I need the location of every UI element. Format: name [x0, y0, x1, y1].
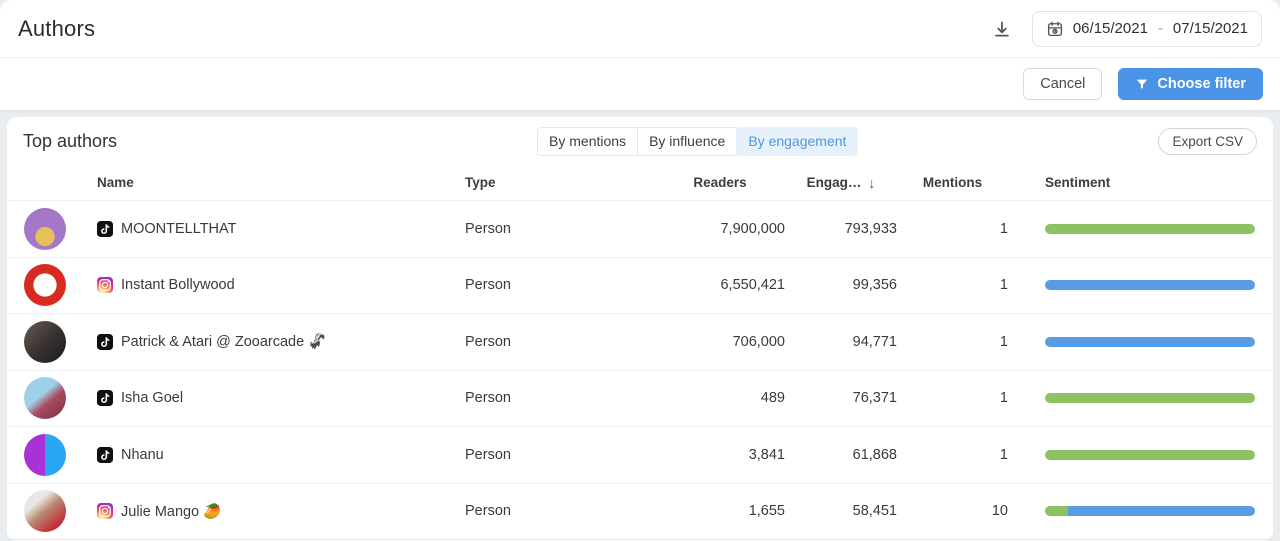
mentions-value: 1	[999, 277, 1008, 294]
avatar	[24, 264, 66, 307]
mentions-value: 1	[999, 333, 1008, 350]
tiktok-icon	[97, 220, 113, 237]
column-header-engagement[interactable]: Engag… ↓	[785, 175, 897, 191]
sentiment-bar	[1045, 393, 1255, 404]
card-header: Top authors By mentions By influence By …	[7, 117, 1273, 165]
export-csv-button[interactable]: Export CSV	[1158, 127, 1257, 155]
author-name[interactable]: Patrick & Atari @ Zooarcade 🦨	[121, 333, 326, 350]
avatar	[24, 490, 66, 533]
engagement-value: 61,868	[852, 446, 897, 463]
filter-toolbar: Cancel Choose filter	[0, 58, 1280, 110]
page-title: Authors	[18, 15, 96, 41]
table-row[interactable]: Nhanu Person 3,841 61,868 1	[7, 427, 1273, 484]
header-actions: 06/15/2021 - 07/15/2021	[988, 10, 1262, 47]
sort-descending-icon: ↓	[868, 174, 876, 191]
tiktok-icon	[97, 446, 113, 463]
download-button[interactable]	[988, 15, 1016, 43]
tab-by-influence[interactable]: By influence	[637, 126, 738, 156]
engagement-value: 793,933	[844, 220, 897, 237]
table-header: Name Type Readers Engag… ↓ Mentions Sent…	[7, 165, 1273, 201]
date-range-picker[interactable]: 06/15/2021 - 07/15/2021	[1031, 10, 1262, 47]
avatar	[24, 377, 66, 420]
tab-by-engagement[interactable]: By engagement	[736, 126, 859, 156]
author-name[interactable]: Nhanu	[121, 447, 164, 463]
readers-value: 1,655	[748, 503, 785, 520]
mentions-value: 1	[999, 220, 1008, 237]
column-header-readers[interactable]: Readers	[655, 175, 785, 190]
author-type: Person	[465, 277, 511, 294]
author-type: Person	[465, 503, 511, 520]
calendar-icon	[1046, 20, 1064, 38]
engagement-value: 58,451	[852, 503, 897, 520]
sentiment-bar	[1045, 506, 1255, 517]
author-name[interactable]: Julie Mango 🥭	[121, 503, 221, 520]
date-range-separator: -	[1157, 20, 1163, 37]
table-row[interactable]: Julie Mango 🥭 Person 1,655 58,451 10	[7, 484, 1273, 540]
author-type: Person	[465, 390, 511, 407]
sentiment-bar	[1045, 223, 1255, 234]
engagement-value: 99,356	[852, 277, 897, 294]
table-row[interactable]: Patrick & Atari @ Zooarcade 🦨 Person 706…	[7, 314, 1273, 371]
engagement-value: 76,371	[852, 390, 897, 407]
author-type: Person	[465, 220, 511, 237]
mentions-value: 1	[999, 446, 1008, 463]
column-header-type[interactable]: Type	[465, 175, 655, 190]
author-name[interactable]: Instant Bollywood	[121, 277, 235, 293]
download-icon	[992, 19, 1012, 39]
table-row[interactable]: Isha Goel Person 489 76,371 1	[7, 371, 1273, 427]
readers-value: 3,841	[748, 446, 785, 463]
date-range-start: 06/15/2021	[1072, 20, 1148, 37]
avatar	[24, 207, 66, 250]
tiktok-icon	[97, 333, 113, 350]
tiktok-icon	[97, 390, 113, 407]
column-header-name[interactable]: Name	[97, 175, 465, 190]
readers-value: 489	[760, 390, 785, 407]
author-type: Person	[465, 333, 511, 350]
sentiment-bar	[1045, 336, 1255, 347]
column-header-sentiment[interactable]: Sentiment	[1008, 175, 1257, 190]
date-range-end: 07/15/2021	[1172, 20, 1248, 37]
readers-value: 6,550,421	[720, 277, 785, 294]
author-name[interactable]: Isha Goel	[121, 390, 183, 406]
avatar	[24, 433, 66, 476]
author-type: Person	[465, 446, 511, 463]
table-row[interactable]: MOONTELLTHAT Person 7,900,000 793,933 1	[7, 201, 1273, 258]
instagram-icon	[97, 277, 113, 294]
cancel-button[interactable]: Cancel	[1023, 68, 1103, 100]
choose-filter-button[interactable]: Choose filter	[1118, 68, 1263, 100]
page-header: Authors 06/15/2021 - 07/15/2021	[0, 0, 1280, 58]
table-row[interactable]: Instant Bollywood Person 6,550,421 99,35…	[7, 258, 1273, 314]
instagram-icon	[97, 503, 113, 520]
sort-tab-group: By mentions By influence By engagement	[537, 126, 859, 156]
column-header-mentions[interactable]: Mentions	[897, 175, 1008, 190]
avatar	[24, 320, 66, 363]
sentiment-bar	[1045, 449, 1255, 460]
filter-funnel-icon	[1135, 77, 1149, 91]
author-name[interactable]: MOONTELLTHAT	[121, 221, 236, 237]
mentions-value: 10	[991, 503, 1008, 520]
readers-value: 706,000	[732, 333, 785, 350]
sentiment-bar	[1045, 280, 1255, 291]
top-authors-card: Top authors By mentions By influence By …	[7, 117, 1273, 541]
card-title: Top authors	[23, 130, 118, 151]
tab-by-mentions[interactable]: By mentions	[537, 126, 639, 156]
engagement-value: 94,771	[852, 333, 897, 350]
readers-value: 7,900,000	[720, 220, 785, 237]
mentions-value: 1	[999, 390, 1008, 407]
